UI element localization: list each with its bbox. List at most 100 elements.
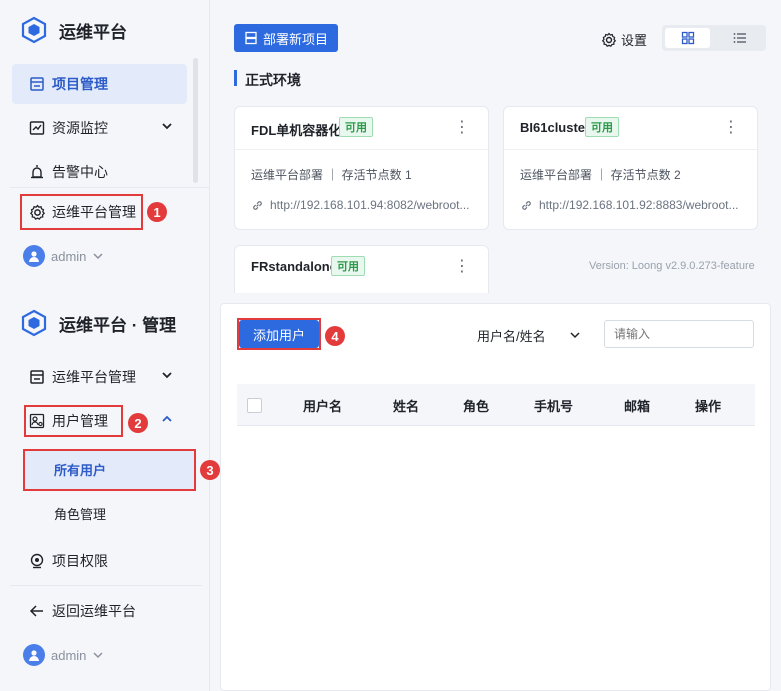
top-screenshot-panel: 运维平台 项目管理 资源监控 告警中心 运维平台管理 1 admin 部署新项目…: [0, 0, 781, 293]
username: admin: [51, 248, 87, 264]
deploy-button-label: 部署新项目: [262, 31, 328, 47]
view-toggle: [662, 25, 766, 51]
grid-view-button[interactable]: [665, 28, 710, 48]
divider: [504, 149, 757, 150]
chevron-up-icon: [162, 415, 172, 422]
link-icon: [253, 200, 262, 210]
card-info: 运维平台部署 ｜ 存活节点数 1: [251, 168, 412, 182]
column-header-actions: 操作: [695, 398, 722, 414]
more-options-icon[interactable]: ⋮: [454, 256, 470, 276]
filter-select-value: 用户名/姓名: [477, 328, 546, 344]
status-badge: 可用: [331, 256, 365, 276]
bottom-screenshot-panel: 运维平台 · 管理 运维平台管理 用户管理 2 所有用户 3 角色管理 项目权限: [0, 293, 781, 691]
project-card[interactable]: FDL单机容器化 可用 ⋮ 运维平台部署 ｜ 存活节点数 1 http://19…: [234, 106, 489, 230]
settings-label: 设置: [621, 33, 648, 48]
chevron-down-icon: [570, 332, 580, 339]
status-badge: 可用: [339, 117, 373, 137]
section-marker: [234, 70, 237, 86]
divider: [10, 585, 202, 586]
nav-label: 运维平台管理: [52, 369, 136, 385]
nav-item-alert-center[interactable]: 告警中心: [12, 152, 187, 192]
card-url[interactable]: http://192.168.101.92:8883/webroot...: [520, 198, 745, 212]
highlight-box-2: [24, 405, 123, 437]
webcam-permission-icon: [28, 552, 46, 570]
user-icon: [29, 251, 39, 262]
card-title: BI61cluster: [520, 120, 591, 135]
sub-item-label: 角色管理: [54, 506, 107, 522]
card-title: FRstandalone: [251, 259, 337, 274]
filter-select[interactable]: 用户名/姓名: [477, 321, 583, 349]
project-card[interactable]: FRstandalone 可用 ⋮: [234, 245, 489, 293]
search-input[interactable]: [604, 320, 754, 348]
more-options-icon[interactable]: ⋮: [454, 117, 470, 137]
project-list-icon: [28, 368, 46, 386]
nav-item-back[interactable]: 返回运维平台: [12, 591, 187, 631]
nav-item-platform-mgmt[interactable]: 运维平台管理: [12, 357, 187, 397]
column-header-phone[interactable]: 手机号: [534, 384, 573, 426]
link-icon: [522, 200, 531, 210]
env-title: 正式环境: [245, 72, 301, 88]
deploy-new-project-button[interactable]: 部署新项目: [234, 24, 338, 52]
nav-item-resource-monitor[interactable]: 资源监控: [12, 108, 187, 148]
card-title: FDL单机容器化: [251, 123, 342, 138]
url-text: http://192.168.101.94:8082/webroot...: [270, 198, 470, 212]
nav-label: 项目权限: [52, 553, 108, 569]
user-menu[interactable]: admin: [23, 245, 104, 267]
server-icon: [245, 31, 257, 45]
version-text: Version: Loong v2.9.0.273-feature: [589, 260, 755, 272]
select-all-checkbox[interactable]: [247, 398, 262, 413]
chevron-down-icon: [93, 652, 103, 659]
list-icon: [733, 33, 746, 43]
nav-label: 资源监控: [52, 120, 108, 136]
user-icon: [29, 650, 39, 661]
more-options-icon[interactable]: ⋮: [723, 117, 739, 137]
grid-icon: [681, 31, 694, 45]
nav-label: 项目管理: [52, 76, 108, 92]
column-header-name[interactable]: 姓名: [393, 384, 419, 426]
table-header: 用户名 姓名 角色 手机号 邮箱 操作: [237, 384, 755, 426]
divider: [235, 149, 488, 150]
chevron-down-icon: [162, 372, 172, 379]
cube-logo-icon: [21, 16, 47, 44]
avatar: [23, 245, 45, 267]
sub-item-role-mgmt[interactable]: 角色管理: [24, 493, 196, 533]
monitor-chart-icon: [28, 119, 46, 137]
status-badge: 可用: [585, 117, 619, 137]
app-header: 运维平台 · 管理: [20, 309, 176, 337]
user-menu[interactable]: admin: [23, 644, 104, 666]
user-list-panel: 添加用户 4 用户名/姓名 用户名 姓名 角色 手机号 邮箱 操作: [220, 303, 771, 691]
avatar: [23, 644, 45, 666]
app-title: 运维平台: [59, 22, 127, 42]
step-badge-1: 1: [147, 202, 167, 222]
step-badge-3: 3: [200, 460, 220, 480]
project-card[interactable]: BI61cluster 可用 ⋮ 运维平台部署 ｜ 存活节点数 2 http:/…: [503, 106, 758, 230]
sidebar: 运维平台 · 管理 运维平台管理 用户管理 2 所有用户 3 角色管理 项目权限: [0, 293, 220, 691]
gear-icon: [601, 32, 617, 47]
column-header-role[interactable]: 角色: [463, 384, 489, 426]
chevron-down-icon: [93, 253, 103, 260]
card-info: 运维平台部署 ｜ 存活节点数 2: [520, 168, 681, 182]
divider: [10, 187, 210, 188]
app-title: 运维平台 · 管理: [59, 315, 177, 335]
sidebar-scrollbar[interactable]: [193, 58, 198, 183]
settings-button[interactable]: 设置: [601, 30, 647, 49]
alarm-bell-icon: [28, 163, 46, 181]
list-view-button[interactable]: [717, 28, 762, 48]
card-url[interactable]: http://192.168.101.94:8082/webroot...: [251, 198, 476, 212]
step-badge-4: 4: [325, 326, 345, 346]
cube-logo-icon: [21, 309, 47, 337]
arrow-left-icon: [28, 602, 46, 620]
nav-label: 告警中心: [52, 164, 108, 180]
nav-item-project-perm[interactable]: 项目权限: [12, 541, 187, 581]
app-header: 运维平台: [20, 16, 127, 44]
sidebar: 运维平台 项目管理 资源监控 告警中心 运维平台管理 1 admin: [0, 0, 210, 293]
column-header-username[interactable]: 用户名: [303, 384, 342, 426]
highlight-box-4: [237, 318, 321, 350]
nav-label: 返回运维平台: [52, 603, 136, 619]
project-list-icon: [28, 75, 46, 93]
highlight-box-3: [23, 449, 196, 491]
username: admin: [51, 647, 87, 663]
nav-item-project-mgmt[interactable]: 项目管理: [12, 64, 187, 104]
chevron-down-icon: [162, 123, 172, 130]
column-header-email[interactable]: 邮箱: [624, 384, 650, 426]
